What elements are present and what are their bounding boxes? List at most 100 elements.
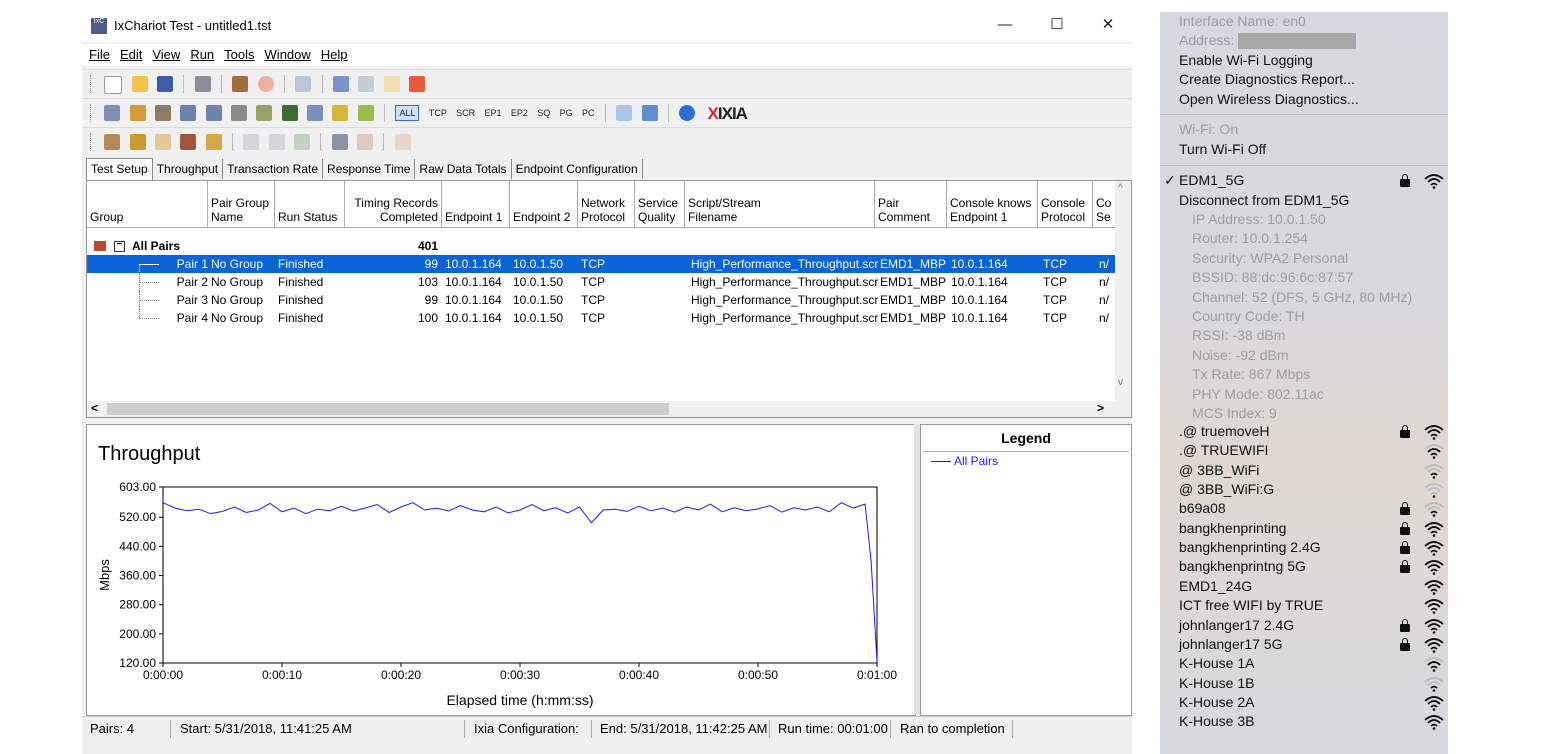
delete-icon[interactable] xyxy=(409,76,426,92)
tab-transaction-rate[interactable]: Transaction Rate xyxy=(223,159,324,179)
toolbar-grip[interactable] xyxy=(90,104,94,122)
table-icon[interactable] xyxy=(394,134,411,150)
close-button[interactable]: ✕ xyxy=(1093,14,1123,36)
filter-all-button[interactable]: ALL xyxy=(395,105,420,121)
column-pair-comment[interactable]: Pair Comment xyxy=(875,181,947,227)
scroll-up-arrow[interactable]: ^ xyxy=(1118,183,1123,194)
column-script-filename[interactable]: Script/Stream Filename xyxy=(685,181,875,227)
menu-file[interactable]: File xyxy=(89,44,110,66)
column-endpoint-2[interactable]: Endpoint 2 xyxy=(510,181,578,227)
chart-icon[interactable] xyxy=(332,105,349,121)
network-item[interactable]: b69a08 xyxy=(1179,499,1226,518)
hand-icon[interactable] xyxy=(104,134,121,150)
info-icon[interactable] xyxy=(679,105,696,121)
tab-throughput[interactable]: Throughput xyxy=(152,159,224,179)
open-folder-icon[interactable] xyxy=(131,76,148,92)
minimize-button[interactable]: — xyxy=(990,14,1020,36)
layout-icon[interactable] xyxy=(641,105,658,121)
split-icon[interactable] xyxy=(268,134,285,150)
current-network[interactable]: EDM1_5G xyxy=(1179,171,1244,190)
network-item[interactable]: @ 3BB_WiFi xyxy=(1179,461,1259,480)
add-pair-icon[interactable] xyxy=(104,105,121,121)
toolbar-grip[interactable] xyxy=(90,75,94,93)
filter-ep1-button[interactable]: EP1 xyxy=(485,108,502,118)
network-item[interactable]: @ 3BB_WiFi:G xyxy=(1179,480,1274,499)
save-icon[interactable] xyxy=(157,76,174,92)
menu-edit[interactable]: Edit xyxy=(120,44,142,66)
column-console-protocol[interactable]: Console Protocol xyxy=(1038,181,1093,227)
network-item[interactable]: K-House 1A xyxy=(1179,654,1254,673)
pair-group-icon[interactable] xyxy=(180,105,197,121)
legend-entry-all-pairs[interactable]: All Pairs xyxy=(931,454,998,468)
enable-wifi-logging[interactable]: Enable Wi-Fi Logging xyxy=(1179,51,1313,70)
network-item[interactable]: ICT free WIFI by TRUE xyxy=(1179,596,1323,615)
tools-icon[interactable] xyxy=(180,134,197,150)
scroll-down-arrow[interactable]: v xyxy=(1118,377,1123,388)
network-item[interactable]: johnlanger17 5G xyxy=(1179,635,1283,654)
column-group[interactable]: Group xyxy=(87,181,208,227)
filter-scr-button[interactable]: SCR xyxy=(456,108,475,118)
tab-endpoint-configuration[interactable]: Endpoint Configuration xyxy=(511,159,643,179)
create-diagnostics-report[interactable]: Create Diagnostics Report... xyxy=(1179,70,1355,89)
filter-pc-button[interactable]: PC xyxy=(582,108,595,118)
maximize-button[interactable]: ☐ xyxy=(1042,14,1072,36)
menu-help[interactable]: Help xyxy=(321,44,348,66)
menu-window[interactable]: Window xyxy=(265,44,311,66)
table-row[interactable]: Pair 3 No Group Finished 99 10.0.1.164 10.0.1… xyxy=(87,291,1117,309)
paste-icon[interactable] xyxy=(383,76,400,92)
edit-pair-icon[interactable] xyxy=(155,105,172,121)
network-item[interactable]: bangkhenprinting xyxy=(1179,519,1286,538)
cursor-icon[interactable] xyxy=(155,134,172,150)
column-console-knows-endpoint[interactable]: Console knows Endpoint 1 xyxy=(947,181,1038,227)
hint-icon[interactable] xyxy=(357,105,374,121)
column-timing-records[interactable]: Timing Records Completed xyxy=(345,181,442,227)
column-endpoint-1[interactable]: Endpoint 1 xyxy=(442,181,510,227)
turn-wifi-off[interactable]: Turn Wi-Fi Off xyxy=(1179,140,1266,159)
horizontal-scrollbar[interactable]: < > xyxy=(87,401,1131,417)
edit-script-icon[interactable] xyxy=(256,105,273,121)
menu-run[interactable]: Run xyxy=(190,44,214,66)
network-item[interactable]: .@ TRUEWIFI xyxy=(1179,441,1268,460)
tab-test-setup[interactable]: Test Setup xyxy=(86,158,153,181)
table-row[interactable]: Pair 2 No Group Finished 103 10.0.1.164 10.0.… xyxy=(87,273,1117,291)
network-item[interactable]: bangkhenprintng 5G xyxy=(1179,557,1306,576)
network-item[interactable]: .@ truemoveH xyxy=(1179,422,1269,441)
column-service-quality[interactable]: Service Quality xyxy=(635,181,685,227)
column-run-status[interactable]: Run Status xyxy=(275,181,345,227)
ungroup-icon[interactable] xyxy=(357,134,374,150)
open-wireless-diagnostics[interactable]: Open Wireless Diagnostics... xyxy=(1179,90,1359,109)
filter-tcp-button[interactable]: TCP xyxy=(429,108,447,118)
pair-link-icon[interactable] xyxy=(205,105,222,121)
window-icon[interactable] xyxy=(295,76,312,92)
magnify-icon[interactable] xyxy=(205,134,222,150)
column-co-se[interactable]: Co Se xyxy=(1093,181,1117,227)
menu-view[interactable]: View xyxy=(152,44,180,66)
wand-icon[interactable] xyxy=(129,134,146,150)
sign-icon[interactable] xyxy=(281,105,298,121)
filter-ep2-button[interactable]: EP2 xyxy=(511,108,528,118)
network-item[interactable]: K-House 2A xyxy=(1179,693,1254,712)
filter-pg-button[interactable]: PG xyxy=(560,108,573,118)
group-icon[interactable] xyxy=(331,134,348,150)
toolbar-grip[interactable] xyxy=(90,133,94,151)
table-row[interactable]: Pair 1 No Group Finished 99 10.0.1.164 10.0.1… xyxy=(87,255,1117,282)
collapse-icon[interactable]: − xyxy=(114,240,125,252)
table-row[interactable]: Pair 4 No Group Finished 100 10.0.1.164 10.0.… xyxy=(87,309,1117,327)
summary-row[interactable]: − All Pairs 401 xyxy=(87,237,1117,255)
grid-view-icon[interactable] xyxy=(616,105,633,121)
menu-tools[interactable]: Tools xyxy=(224,44,254,66)
stop-icon[interactable] xyxy=(257,76,274,92)
swap-icon[interactable] xyxy=(243,134,260,150)
column-network-protocol[interactable]: Network Protocol xyxy=(578,181,635,227)
network-item[interactable]: bangkhenprinting 2.4G xyxy=(1179,538,1321,557)
print-icon[interactable] xyxy=(194,76,211,92)
tab-raw-data-totals[interactable]: Raw Data Totals xyxy=(415,159,512,179)
add-multicast-icon[interactable] xyxy=(129,105,146,121)
network-item[interactable]: K-House 3B xyxy=(1179,712,1254,731)
report-icon[interactable] xyxy=(307,105,324,121)
scroll-right-arrow[interactable]: > xyxy=(1097,401,1104,415)
network-item[interactable]: K-House 1B xyxy=(1179,674,1254,693)
scroll-left-arrow[interactable]: < xyxy=(91,401,98,415)
network-item[interactable]: johnlanger17 2.4G xyxy=(1179,616,1294,635)
endpoint-icon[interactable] xyxy=(231,105,248,121)
